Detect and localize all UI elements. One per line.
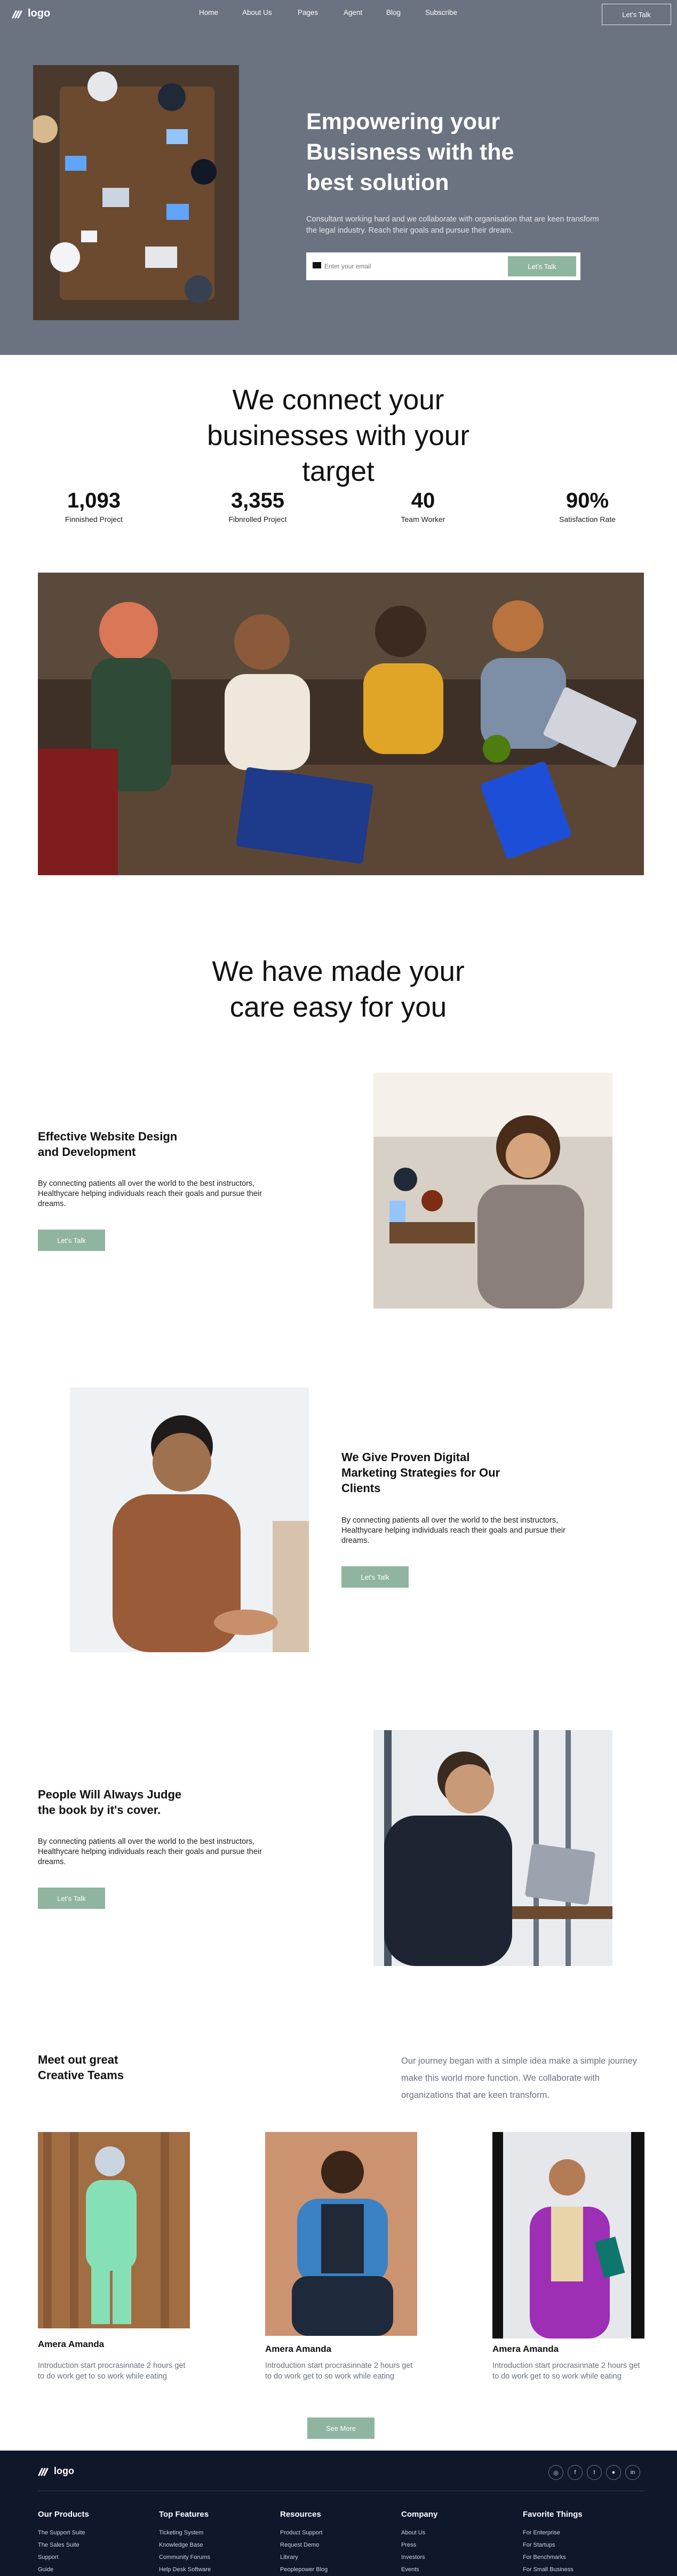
stat-label: Finnished Project (65, 515, 123, 524)
footer-column-title: Top Features (159, 2510, 209, 2519)
team-member-description: Introduction start procrasinnate 2 hours… (492, 2361, 640, 2381)
logo-icon (12, 10, 22, 18)
team-member-name: Amera Amanda (492, 2344, 559, 2354)
logo-icon (38, 2468, 49, 2476)
footer-link[interactable]: Product Support (280, 2530, 323, 2536)
footer-link[interactable]: About Us (401, 2530, 425, 2536)
footer-link[interactable]: Investors (401, 2554, 425, 2561)
meeting-photo (38, 573, 644, 875)
footer-link[interactable]: For Enterprise (523, 2530, 560, 2536)
feature-cta-button[interactable]: Let's Talk (38, 1888, 105, 1909)
footer-logo[interactable]: logo (38, 2466, 74, 2477)
hero-description: Consultant working hard and we collabora… (306, 215, 599, 235)
care-heading: We have made your care easy for you (212, 956, 465, 1023)
team-member-name: Amera Amanda (265, 2344, 332, 2354)
footer-link[interactable]: Ticketing System (159, 2530, 203, 2536)
team-member-name: Amera Amanda (38, 2339, 105, 2349)
header-cta-button[interactable]: Let's Talk (602, 4, 671, 25)
hero-section: logo Home About Us Pages Agent Blog Subs… (0, 0, 677, 355)
feature-cta-button[interactable]: Let's Talk (341, 1566, 409, 1588)
github-icon[interactable]: ● (606, 2465, 621, 2480)
nav-about-us[interactable]: About Us (242, 9, 272, 17)
feature-cta-button[interactable]: Let's Talk (38, 1230, 105, 1251)
stat-value: 90% (566, 489, 609, 512)
email-input[interactable] (324, 258, 484, 275)
email-submit-button[interactable]: Let's Talk (508, 256, 576, 276)
hero-team-photo (33, 65, 239, 320)
see-more-button[interactable]: See More (307, 2418, 375, 2439)
footer-link[interactable]: Support (38, 2554, 59, 2561)
footer-link[interactable]: Community Forums (159, 2554, 210, 2561)
footer-column-title: Company (401, 2510, 438, 2519)
footer-logo-text: logo (54, 2466, 74, 2476)
woman-portrait-photo (373, 1073, 612, 1309)
team-member-photo (492, 2132, 644, 2339)
team-heading: Meet out great Creative Teams (38, 2053, 124, 2082)
feature-title: Effective Website Design and Development (38, 1130, 178, 1159)
nav-subscribe[interactable]: Subscribe (425, 9, 457, 17)
team-member-description: Introduction start procrasinnate 2 hours… (265, 2361, 413, 2381)
instagram-icon[interactable]: ◎ (548, 2465, 563, 2480)
nav-pages[interactable]: Pages (298, 9, 318, 17)
linkedin-icon[interactable]: in (625, 2465, 640, 2480)
footer-link[interactable]: The Sales Suite (38, 2542, 79, 2548)
man-laptop-photo (373, 1730, 612, 1966)
stat-label: Team Worker (401, 515, 445, 524)
handshake-photo (70, 1388, 309, 1652)
footer-link[interactable]: Request Demo (280, 2542, 319, 2548)
footer-link[interactable]: Guide (38, 2566, 53, 2573)
footer-link[interactable]: Knowledge Base (159, 2542, 203, 2548)
hero-title: Empowering your Busisness with the best … (306, 109, 514, 195)
stat-value: 40 (411, 489, 435, 512)
footer-link[interactable]: Library (280, 2554, 298, 2561)
logo-text: logo (28, 7, 51, 19)
stat-value: 1,093 (67, 489, 121, 512)
facebook-icon[interactable]: f (568, 2465, 583, 2480)
footer-link[interactable]: Peoplepower Blog (280, 2566, 328, 2573)
stat-value: 3,355 (230, 489, 285, 512)
footer-link[interactable]: For Small Business (523, 2566, 574, 2573)
team-member-photo (38, 2132, 190, 2328)
connect-heading: We connect your businesses with your tar… (207, 384, 469, 487)
team-intro: Our journey began with a simple idea mak… (401, 2056, 638, 2100)
feature-title: We Give Proven Digital Marketing Strateg… (341, 1451, 500, 1495)
nav-home[interactable]: Home (199, 9, 218, 17)
twitter-icon[interactable]: t (587, 2465, 602, 2480)
stat-label: Fibnrolled Project (228, 515, 287, 524)
footer-link[interactable]: For Benchmarks (523, 2554, 566, 2561)
footer-link[interactable]: Help Desk Software (159, 2566, 211, 2573)
footer-column-title: Resources (280, 2510, 321, 2519)
mail-icon (313, 262, 321, 268)
nav-agent[interactable]: Agent (344, 9, 362, 17)
nav-blog[interactable]: Blog (386, 9, 401, 17)
footer-link[interactable]: For Startups (523, 2542, 555, 2548)
logo[interactable]: logo (12, 7, 50, 20)
footer-link[interactable]: Press (401, 2542, 416, 2548)
email-signup-form: Let's Talk (306, 252, 580, 280)
team-member-photo (265, 2132, 417, 2336)
feature-description: By connecting patients all over the worl… (341, 1516, 566, 1545)
team-member-description: Introduction start procrasinnate 2 hours… (38, 2361, 186, 2381)
feature-title: People Will Always Judge the book by it'… (38, 1788, 182, 1817)
footer-column-title: Favorite Things (523, 2510, 583, 2519)
footer-link[interactable]: The Support Suite (38, 2530, 85, 2536)
stat-label: Satisfaction Rate (559, 515, 616, 524)
feature-description: By connecting patients all over the worl… (38, 1837, 262, 1866)
footer-column-title: Our Products (38, 2510, 89, 2519)
feature-description: By connecting patients all over the worl… (38, 1179, 262, 1208)
footer-link[interactable]: Events (401, 2566, 419, 2573)
